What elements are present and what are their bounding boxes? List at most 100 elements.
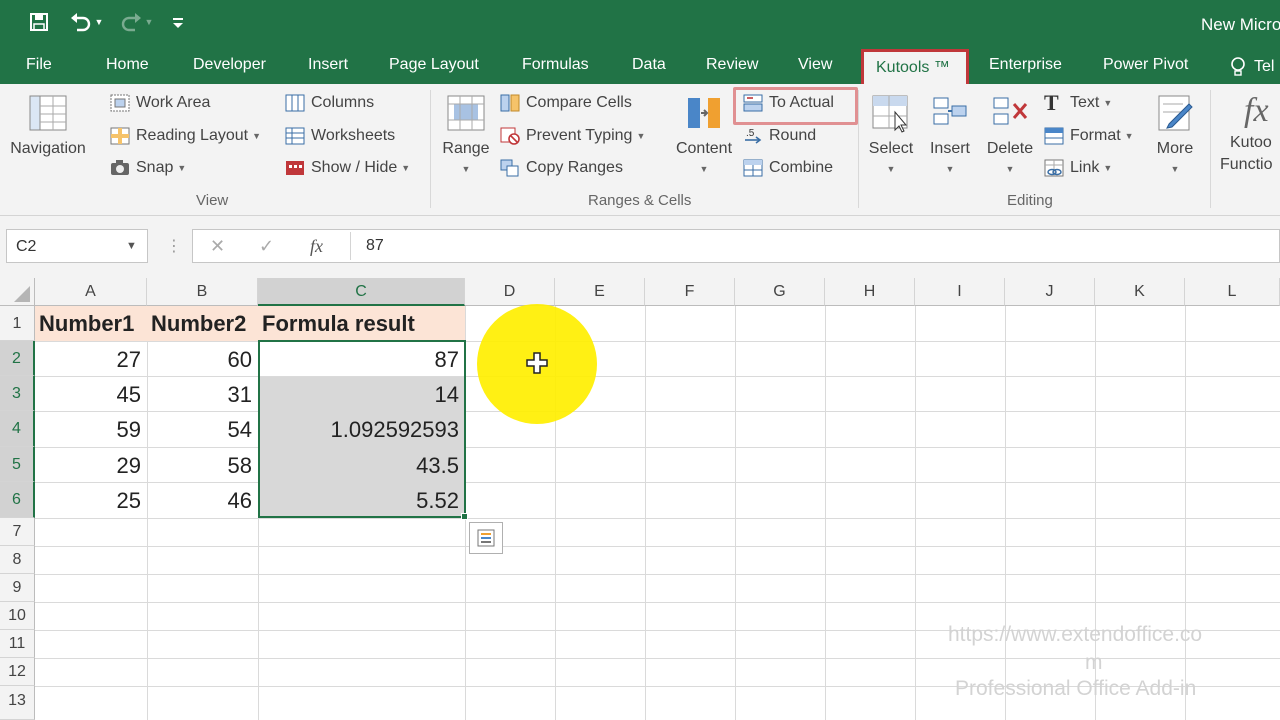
work-area-button[interactable]: Work Area bbox=[110, 91, 210, 115]
row-header-8[interactable]: 8 bbox=[0, 546, 35, 574]
column-header-g[interactable]: G bbox=[735, 278, 825, 306]
insert-function-icon[interactable]: fx bbox=[310, 236, 323, 257]
enter-icon[interactable]: ✓ bbox=[259, 236, 274, 257]
content-button[interactable]: Content ▼ bbox=[672, 94, 736, 174]
cell-a6[interactable]: 25 bbox=[35, 482, 147, 518]
row-header-12[interactable]: 12 bbox=[0, 658, 35, 686]
cell-b6[interactable]: 46 bbox=[147, 482, 258, 518]
round-button[interactable]: .5 Round bbox=[743, 124, 816, 148]
cell-a3[interactable]: 45 bbox=[35, 376, 147, 411]
column-header-l[interactable]: L bbox=[1185, 278, 1280, 306]
cell-b1[interactable]: Number2 bbox=[147, 306, 258, 341]
cell-a2[interactable]: 27 bbox=[35, 341, 147, 376]
kutools-functions-button[interactable]: fx Kutoo Functio bbox=[1220, 90, 1280, 176]
select-dropdown-icon[interactable]: ▼ bbox=[866, 164, 916, 174]
tab-insert[interactable]: Insert bbox=[308, 56, 348, 78]
column-header-h[interactable]: H bbox=[825, 278, 915, 306]
row-header-9[interactable]: 9 bbox=[0, 574, 35, 602]
format-dropdown-icon[interactable]: ▼ bbox=[1125, 131, 1134, 141]
column-header-j[interactable]: J bbox=[1005, 278, 1095, 306]
more-button[interactable]: More ▼ bbox=[1150, 94, 1200, 174]
link-button[interactable]: Link ▼ bbox=[1044, 156, 1112, 180]
range-button[interactable]: Range ▼ bbox=[440, 94, 492, 174]
cell-a1[interactable]: Number1 bbox=[35, 306, 147, 341]
row-header-4[interactable]: 4 bbox=[0, 411, 35, 447]
redo-icon[interactable]: ▼ bbox=[116, 8, 156, 36]
tab-file[interactable]: File bbox=[26, 56, 52, 78]
worksheets-button[interactable]: Worksheets bbox=[285, 124, 395, 148]
insert-dropdown-icon[interactable]: ▼ bbox=[926, 164, 974, 174]
kutools-functions-label-1: Kutoo bbox=[1230, 134, 1272, 151]
show-hide-dropdown-icon[interactable]: ▼ bbox=[401, 163, 410, 173]
tab-formulas[interactable]: Formulas bbox=[522, 56, 589, 78]
link-dropdown-icon[interactable]: ▼ bbox=[1103, 163, 1112, 173]
formula-input[interactable] bbox=[192, 229, 1280, 263]
cell-c1[interactable]: Formula result bbox=[258, 306, 465, 341]
copy-ranges-button[interactable]: Copy Ranges bbox=[500, 156, 623, 180]
tab-developer[interactable]: Developer bbox=[193, 56, 266, 78]
row-header-5[interactable]: 5 bbox=[0, 447, 35, 482]
row-header-3[interactable]: 3 bbox=[0, 376, 35, 411]
cell-b5[interactable]: 58 bbox=[147, 447, 258, 482]
tab-review[interactable]: Review bbox=[706, 56, 758, 78]
select-button[interactable]: Select ▼ bbox=[866, 94, 916, 174]
name-box-dropdown-icon[interactable]: ▼ bbox=[126, 240, 137, 252]
snap-dropdown-icon[interactable]: ▼ bbox=[177, 163, 186, 173]
row-header-1[interactable]: 1 bbox=[0, 306, 35, 341]
more-label: More bbox=[1156, 140, 1194, 157]
content-dropdown-icon[interactable]: ▼ bbox=[672, 164, 736, 174]
column-header-k[interactable]: K bbox=[1095, 278, 1185, 306]
cell-a5[interactable]: 29 bbox=[35, 447, 147, 482]
tab-view[interactable]: View bbox=[798, 56, 832, 78]
reading-layout-dropdown-icon[interactable]: ▼ bbox=[252, 131, 261, 141]
select-all-corner[interactable] bbox=[0, 278, 35, 306]
fill-handle[interactable] bbox=[461, 513, 468, 520]
cell-a4[interactable]: 59 bbox=[35, 411, 147, 447]
compare-cells-button[interactable]: Compare Cells bbox=[500, 91, 632, 115]
cell-b2[interactable]: 60 bbox=[147, 341, 258, 376]
customize-quick-access-icon[interactable] bbox=[168, 8, 188, 36]
row-header-6[interactable]: 6 bbox=[0, 482, 35, 518]
prevent-typing-dropdown-icon[interactable]: ▼ bbox=[636, 131, 645, 141]
column-header-i[interactable]: I bbox=[915, 278, 1005, 306]
row-header-13[interactable]: 13 bbox=[0, 686, 35, 720]
range-dropdown-icon[interactable]: ▼ bbox=[440, 164, 492, 174]
snap-button[interactable]: Snap ▼ bbox=[110, 156, 186, 180]
text-button[interactable]: T Text ▼ bbox=[1044, 91, 1112, 115]
cancel-icon[interactable]: ✕ bbox=[210, 236, 225, 257]
insert-button[interactable]: Insert ▼ bbox=[926, 94, 974, 174]
row-header-11[interactable]: 11 bbox=[0, 630, 35, 658]
delete-button[interactable]: Delete ▼ bbox=[984, 94, 1036, 174]
combine-button[interactable]: Combine bbox=[743, 156, 833, 180]
tab-enterprise[interactable]: Enterprise bbox=[989, 56, 1062, 78]
column-header-e[interactable]: E bbox=[555, 278, 645, 306]
text-dropdown-icon[interactable]: ▼ bbox=[1103, 98, 1112, 108]
tab-kutools[interactable]: Kutools ™ bbox=[861, 49, 969, 84]
column-header-d[interactable]: D bbox=[465, 278, 555, 306]
prevent-typing-button[interactable]: Prevent Typing ▼ bbox=[500, 124, 645, 148]
column-header-c[interactable]: C bbox=[258, 278, 465, 306]
tab-data[interactable]: Data bbox=[632, 56, 666, 78]
row-header-2[interactable]: 2 bbox=[0, 341, 35, 376]
tab-power-pivot[interactable]: Power Pivot bbox=[1103, 56, 1188, 78]
tab-home[interactable]: Home bbox=[106, 56, 149, 78]
cell-b4[interactable]: 54 bbox=[147, 411, 258, 447]
row-header-10[interactable]: 10 bbox=[0, 602, 35, 630]
column-header-f[interactable]: F bbox=[645, 278, 735, 306]
row-header-7[interactable]: 7 bbox=[0, 518, 35, 546]
more-dropdown-icon[interactable]: ▼ bbox=[1150, 164, 1200, 174]
navigation-button[interactable]: Navigation bbox=[6, 94, 90, 158]
undo-icon[interactable]: ▼ bbox=[66, 8, 106, 36]
cell-b3[interactable]: 31 bbox=[147, 376, 258, 411]
tab-page-layout[interactable]: Page Layout bbox=[389, 56, 479, 78]
delete-dropdown-icon[interactable]: ▼ bbox=[984, 164, 1036, 174]
quick-analysis-button[interactable] bbox=[469, 522, 503, 554]
tab-tell-me[interactable]: Tel bbox=[1230, 56, 1274, 78]
format-button[interactable]: Format ▼ bbox=[1044, 124, 1134, 148]
reading-layout-button[interactable]: Reading Layout ▼ bbox=[110, 124, 261, 148]
show-hide-button[interactable]: Show / Hide ▼ bbox=[285, 156, 410, 180]
columns-button[interactable]: Columns bbox=[285, 91, 374, 115]
column-header-b[interactable]: B bbox=[147, 278, 258, 306]
save-icon[interactable] bbox=[26, 8, 52, 36]
column-header-a[interactable]: A bbox=[35, 278, 147, 306]
